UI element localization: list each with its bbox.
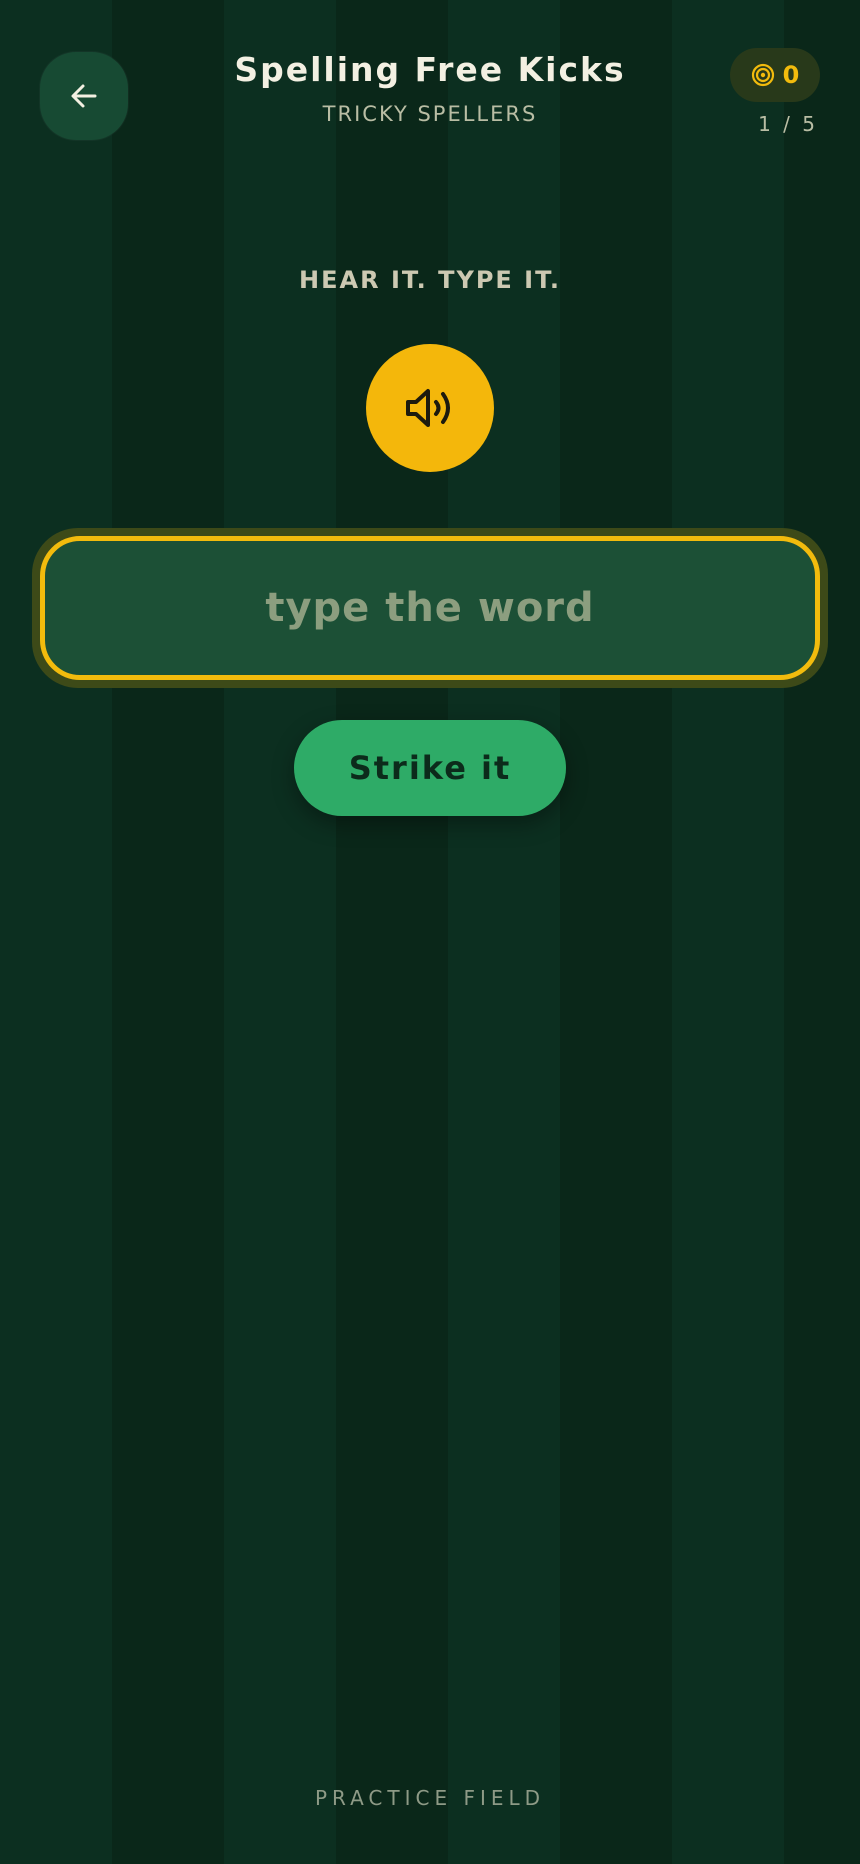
word-input[interactable] bbox=[40, 536, 820, 680]
target-icon bbox=[751, 63, 775, 87]
speaker-icon bbox=[402, 380, 458, 436]
instruction-text: HEAR IT. TYPE IT. bbox=[299, 266, 561, 294]
score-badge: 0 bbox=[730, 48, 820, 102]
play-word-button[interactable] bbox=[366, 344, 494, 472]
question-progress: 1 / 5 bbox=[758, 112, 818, 136]
score-value: 0 bbox=[782, 61, 800, 89]
footer-label: PRACTICE FIELD bbox=[314, 1786, 546, 1810]
strike-it-button[interactable]: Strike it bbox=[294, 720, 566, 816]
